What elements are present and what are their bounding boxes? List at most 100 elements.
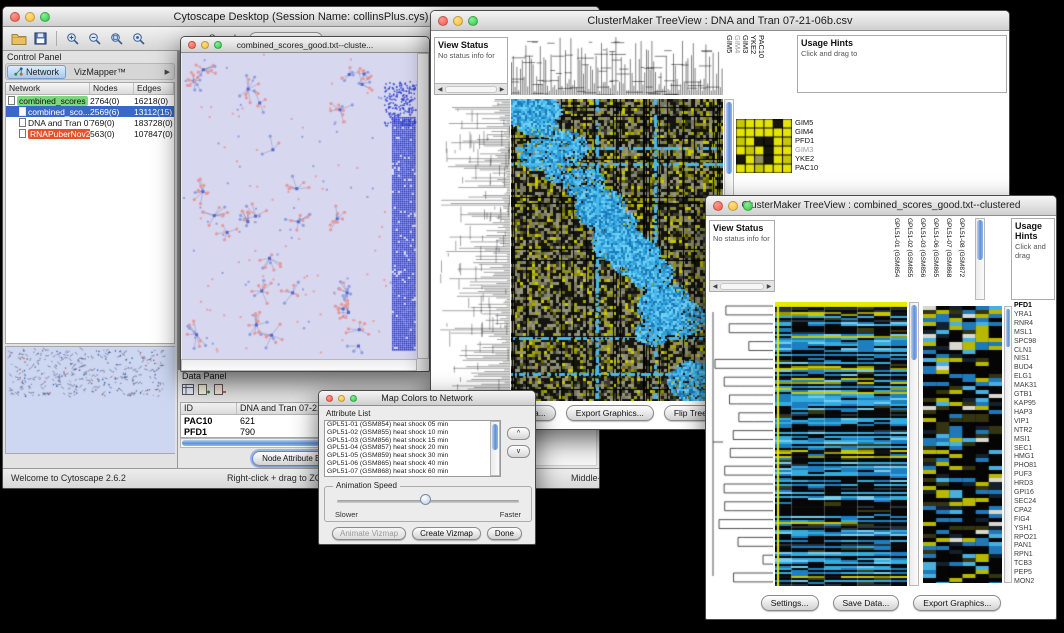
gene-label[interactable]: KAP95 <box>1014 400 1056 409</box>
gene-label[interactable]: VIP1 <box>1014 418 1056 427</box>
delete-attribute-icon[interactable] <box>214 382 226 400</box>
close-button[interactable] <box>188 41 196 49</box>
gene-label[interactable]: MSL1 <box>1014 329 1056 338</box>
tab-vizmapper[interactable]: VizMapper™ <box>68 66 132 78</box>
close-button[interactable] <box>713 201 723 211</box>
save-icon[interactable] <box>31 29 50 48</box>
treeview-button[interactable]: Export Graphics... <box>566 405 654 421</box>
attribute-item[interactable]: GPL51-07 (GSM868) heat shock 60 min <box>325 468 490 476</box>
tab-overflow-arrow[interactable]: ▶ <box>165 68 173 76</box>
column-label[interactable]: GPL51-06 (GSM865 <box>926 218 939 300</box>
gene-label[interactable]: PUF3 <box>1014 471 1056 480</box>
zoom-row-label[interactable]: PAC10 <box>795 163 818 172</box>
status-panel-scrollbar[interactable]: ◀ ▶ <box>435 83 507 94</box>
minimize-button[interactable] <box>201 41 209 49</box>
array-dendrogram-canvas[interactable] <box>511 35 723 95</box>
header-id[interactable]: ID <box>181 403 237 414</box>
zoom-row-label[interactable]: PFD1 <box>795 136 818 145</box>
column-label[interactable]: GPL51-07 (GSM868 <box>939 218 952 300</box>
gene-label[interactable]: YRA1 <box>1014 311 1056 320</box>
network-row[interactable]: combined_scores 2764(0) 16218(0) <box>6 95 174 106</box>
attribute-item[interactable]: GPL51-04 (GSM857) heat shock 20 min <box>325 444 490 452</box>
column-label[interactable]: GIM4 <box>734 35 742 95</box>
column-vscroll-thumb[interactable] <box>977 220 983 260</box>
create-attribute-icon[interactable] <box>198 382 210 400</box>
combined-heatmap-canvas[interactable] <box>775 302 907 586</box>
zoom-row-label[interactable]: GIM5 <box>795 118 818 127</box>
scroll-right-icon[interactable]: ▶ <box>764 283 774 290</box>
gene-label[interactable]: TCB3 <box>1014 560 1056 569</box>
combined-vscroll-thumb[interactable] <box>911 305 917 360</box>
zoom-row-label[interactable]: GIM4 <box>795 127 818 136</box>
move-down-button[interactable]: v <box>507 445 530 458</box>
column-label[interactable]: GPL51-02 (GSM855 <box>900 218 913 300</box>
close-button[interactable] <box>326 395 333 402</box>
combined-heatmap-vscrollbar[interactable] <box>909 302 919 586</box>
gene-label[interactable]: RNR4 <box>1014 320 1056 329</box>
treeview-button[interactable]: Settings... <box>761 595 819 611</box>
gene-label[interactable]: SPC98 <box>1014 338 1056 347</box>
gene-label[interactable]: FIG4 <box>1014 516 1056 525</box>
dna-vscroll-thumb[interactable] <box>726 102 732 174</box>
attribute-item[interactable]: GPL51-05 (GSM859) heat shock 30 min <box>325 452 490 460</box>
network-row[interactable]: DNA and Tran 07... 769(0) 183728(0) <box>6 117 174 128</box>
gene-label[interactable]: RPN1 <box>1014 551 1056 560</box>
gene-label[interactable]: GPI16 <box>1014 489 1056 498</box>
gene-label[interactable]: SEC1 <box>1014 445 1056 454</box>
dialog-button[interactable]: Create Vizmap <box>412 527 481 540</box>
scroll-left-icon[interactable]: ◀ <box>710 283 720 290</box>
minimize-button[interactable] <box>728 201 738 211</box>
minimize-button[interactable] <box>453 16 463 26</box>
gene-label[interactable]: MAK31 <box>1014 382 1056 391</box>
network-hscrollbar[interactable] <box>181 359 417 371</box>
scroll-track[interactable] <box>445 86 497 93</box>
maximize-button[interactable] <box>743 201 753 211</box>
gene-label[interactable]: YSH1 <box>1014 525 1056 534</box>
network-vscrollbar[interactable] <box>417 53 429 359</box>
attribute-listbox[interactable]: GPL51-01 (GSM854) heat shock 05 minGPL51… <box>324 420 501 477</box>
dialog-titlebar[interactable]: Map Colors to Network <box>319 391 535 406</box>
gene-dendrogram-canvas[interactable] <box>433 99 510 401</box>
attribute-list-scroll-thumb[interactable] <box>492 424 498 450</box>
maximize-button[interactable] <box>468 16 478 26</box>
dialog-button[interactable]: Animate Vizmap <box>332 527 406 540</box>
gene-label[interactable]: MON2 <box>1014 578 1056 587</box>
gene-label[interactable]: PEP5 <box>1014 569 1056 578</box>
network-table-header[interactable]: Network Nodes Edges <box>6 83 174 95</box>
gene-dendrogram-canvas[interactable] <box>709 302 773 586</box>
maximize-button[interactable] <box>40 12 50 22</box>
secondary-vscroll-thumb[interactable] <box>1006 309 1010 347</box>
close-button[interactable] <box>10 12 20 22</box>
gene-label[interactable]: NTR2 <box>1014 427 1056 436</box>
attribute-item[interactable]: GPL51-03 (GSM856) heat shock 15 min <box>325 437 490 445</box>
attribute-item[interactable]: GPL51-02 (GSM855) heat shock 10 min <box>325 429 490 437</box>
column-label[interactable]: PAC10 <box>758 35 766 95</box>
scroll-left-icon[interactable]: ◀ <box>435 86 445 93</box>
close-button[interactable] <box>438 16 448 26</box>
header-edges[interactable]: Edges <box>134 83 174 94</box>
overview-canvas[interactable] <box>6 347 175 453</box>
speed-slider-thumb[interactable] <box>420 494 431 505</box>
network-view-titlebar[interactable]: combined_scores_good.txt--cluste... <box>181 37 429 53</box>
scroll-right-icon[interactable]: ▶ <box>497 86 507 93</box>
column-labels-vscrollbar[interactable] <box>975 218 985 300</box>
zoom-out-icon[interactable] <box>85 29 104 48</box>
tab-network[interactable]: Network <box>7 65 66 79</box>
minimize-button[interactable] <box>338 395 345 402</box>
attribute-item[interactable]: GPL51-01 (GSM854) heat shock 05 min <box>325 421 490 429</box>
zoom-heatmap-canvas[interactable] <box>736 119 792 173</box>
status-panel-scrollbar[interactable]: ◀ ▶ <box>710 280 774 291</box>
scroll-track[interactable] <box>720 283 764 290</box>
gene-label[interactable]: MSI1 <box>1014 436 1056 445</box>
network-row[interactable]: combined_sco... 2569(6) 13112(15) <box>6 106 174 117</box>
header-nodes[interactable]: Nodes <box>90 83 134 94</box>
dialog-button[interactable]: Done <box>487 527 522 540</box>
network-overview-thumbnail[interactable] <box>5 346 175 454</box>
move-up-button[interactable]: ^ <box>507 427 530 440</box>
column-label[interactable]: GPL51-01 (GSM854 <box>887 218 900 300</box>
gene-label[interactable]: RPO21 <box>1014 534 1056 543</box>
gene-label[interactable]: PAN1 <box>1014 542 1056 551</box>
treeview-button[interactable]: Export Graphics... <box>913 595 1001 611</box>
maximize-button[interactable] <box>214 41 222 49</box>
treeview-combined-titlebar[interactable]: ClusterMaker TreeView : combined_scores_… <box>706 196 1056 216</box>
